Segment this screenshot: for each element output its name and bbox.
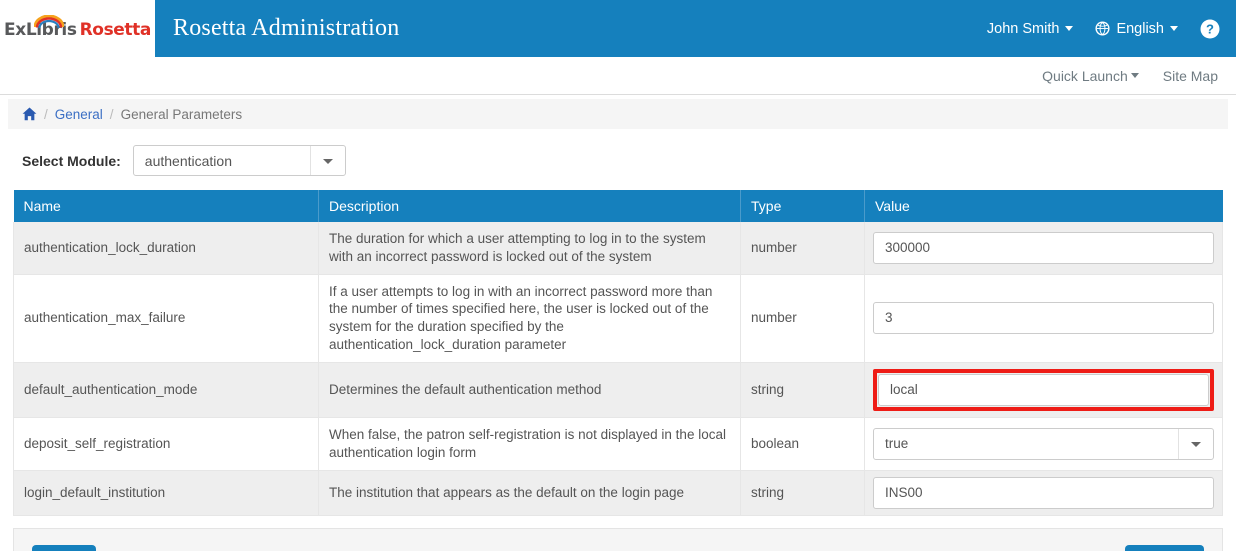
param-value-input[interactable]: INS00 [873, 476, 1214, 509]
update-button[interactable]: Update [1125, 544, 1204, 551]
param-description: Determines the default authentication me… [318, 362, 741, 418]
param-value-cell: local [864, 362, 1223, 418]
breadcrumb-separator: / [44, 106, 48, 122]
quick-launch-label: Quick Launch [1042, 67, 1128, 84]
param-type: number [740, 274, 865, 363]
param-description: The institution that appears as the defa… [318, 470, 741, 516]
param-description: The duration for which a user attempting… [318, 222, 741, 275]
user-menu-label: John Smith [986, 20, 1060, 37]
param-name: authentication_lock_duration [13, 222, 319, 275]
app-title: Rosetta Administration [173, 15, 400, 41]
table-header-row: Name Description Type Value [13, 190, 1223, 222]
column-header-name[interactable]: Name [13, 190, 319, 222]
param-type: string [740, 470, 865, 516]
dropdown-divider [309, 146, 311, 175]
breadcrumb-separator: / [109, 106, 114, 122]
site-map-label: Site Map [1162, 67, 1218, 84]
language-menu[interactable]: English [1095, 21, 1178, 37]
param-value-cell: 300000 [864, 222, 1223, 275]
globe-icon [1095, 21, 1110, 36]
chevron-down-icon [1130, 73, 1139, 78]
param-value-dropdown[interactable]: true [873, 427, 1214, 460]
table-row: deposit_self_registration When false, th… [13, 417, 1223, 471]
parameters-table-wrapper: Name Description Type Value authenticati… [0, 190, 1236, 516]
select-module-label: Select Module: [22, 152, 121, 169]
top-header-bar: ExLibris Rosetta Rosetta Administration J… [0, 0, 1236, 57]
dropdown-divider [1178, 428, 1179, 459]
column-header-description[interactable]: Description [318, 190, 741, 222]
chevron-down-icon [1065, 26, 1074, 31]
home-icon[interactable] [22, 107, 37, 121]
param-type: boolean [740, 417, 865, 471]
param-value-input-highlighted[interactable]: local [878, 373, 1209, 406]
column-header-type[interactable]: Type [740, 190, 865, 222]
param-value-input[interactable]: 3 [873, 302, 1214, 335]
secondary-nav-bar: Quick Launch Site Map [0, 57, 1236, 95]
rainbow-arc-icon [34, 15, 65, 28]
table-row: default_authentication_mode Determines t… [13, 362, 1223, 418]
param-name: authentication_max_failure [13, 274, 319, 363]
site-map-link[interactable]: Site Map [1163, 68, 1218, 84]
logo-text-rosetta: Rosetta [79, 20, 152, 40]
back-button[interactable]: Back [32, 544, 97, 551]
highlight-annotation: local [873, 368, 1214, 411]
param-type: string [740, 362, 865, 418]
param-name: login_default_institution [13, 470, 319, 516]
table-row: login_default_institution The institutio… [13, 470, 1223, 516]
select-module-value: authentication [144, 152, 232, 169]
parameters-table: Name Description Type Value authenticati… [13, 190, 1223, 516]
param-type: number [740, 222, 865, 275]
breadcrumb-link-general[interactable]: General [55, 107, 103, 122]
language-menu-label: English [1116, 20, 1164, 37]
param-value-dropdown-label: true [885, 435, 909, 451]
module-selector-row: Select Module: authentication [0, 129, 1236, 190]
param-value-cell: INS00 [864, 470, 1223, 516]
breadcrumb: / General / General Parameters [8, 99, 1228, 129]
exlibris-rosetta-logo[interactable]: ExLibris Rosetta [0, 0, 155, 57]
header-actions: John Smith English ? [987, 0, 1236, 57]
param-value-cell: 3 [864, 274, 1223, 363]
svg-text:?: ? [1206, 21, 1214, 36]
param-value-cell: true [864, 417, 1223, 471]
column-header-value[interactable]: Value [864, 190, 1223, 222]
param-name: deposit_self_registration [13, 417, 319, 471]
table-row: authentication_max_failure If a user att… [13, 274, 1223, 363]
quick-launch-menu[interactable]: Quick Launch [1042, 68, 1139, 84]
footer-action-panel: Back Update [13, 527, 1223, 551]
chevron-down-icon [322, 158, 333, 164]
chevron-down-icon [1170, 26, 1178, 31]
param-description: If a user attempts to log in with an inc… [318, 274, 741, 363]
param-description: When false, the patron self-registration… [318, 417, 741, 471]
table-row: authentication_lock_duration The duratio… [13, 222, 1223, 275]
help-icon[interactable]: ? [1200, 19, 1220, 39]
param-value-input[interactable]: 300000 [873, 231, 1214, 264]
user-menu[interactable]: John Smith [987, 21, 1074, 37]
param-name: default_authentication_mode [13, 362, 319, 418]
select-module-dropdown[interactable]: authentication [132, 145, 346, 176]
chevron-down-icon [1191, 441, 1201, 447]
breadcrumb-current-page: General Parameters [120, 106, 243, 122]
